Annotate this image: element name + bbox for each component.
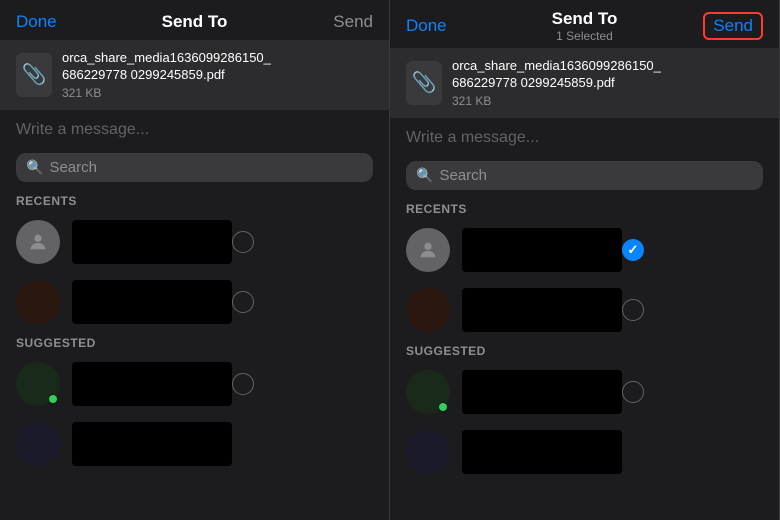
right-search-placeholder: Search	[439, 167, 487, 184]
left-panel: Done Send To Send 📎 orca_share_media1636…	[0, 0, 390, 520]
right-paperclip-icon: 📎	[412, 70, 437, 95]
left-contact-1[interactable]	[0, 212, 389, 272]
right-suggested-avatar-container-1	[406, 370, 450, 414]
left-contact-2[interactable]	[0, 272, 389, 332]
right-radio-2[interactable]	[622, 299, 644, 321]
left-header-center: Send To	[162, 12, 228, 32]
left-attachment-icon: 📎	[16, 53, 52, 97]
left-done-button[interactable]: Done	[16, 12, 57, 32]
right-message-input[interactable]: Write a message...	[390, 119, 779, 157]
right-contact-1[interactable]: ✓	[390, 220, 779, 280]
right-recents-label: RECENTS	[390, 198, 779, 220]
left-title: Send To	[162, 12, 228, 32]
right-attachment-icon: 📎	[406, 61, 442, 105]
right-done-button[interactable]: Done	[406, 16, 447, 36]
left-search-icon: 🔍	[26, 159, 43, 176]
left-filesize: 321 KB	[62, 86, 373, 100]
left-suggested-avatar-2	[16, 422, 60, 466]
left-radio-1[interactable]	[232, 231, 254, 253]
right-filesize: 321 KB	[452, 94, 763, 108]
left-green-badge-1	[48, 394, 58, 404]
left-header: Done Send To Send	[0, 0, 389, 40]
left-send-button[interactable]: Send	[333, 12, 373, 32]
right-search-bar[interactable]: 🔍 Search	[406, 161, 763, 190]
left-search-placeholder: Search	[49, 159, 97, 176]
right-suggested-2[interactable]	[390, 422, 779, 482]
right-suggested-1[interactable]	[390, 362, 779, 422]
left-contact-name-1	[72, 220, 232, 264]
right-avatar-1	[406, 228, 450, 272]
right-contact-name-1	[462, 228, 622, 272]
left-avatar-1	[16, 220, 60, 264]
right-green-badge-1	[438, 402, 448, 412]
left-suggested-radio-1[interactable]	[232, 373, 254, 395]
right-filename: orca_share_media1636099286150_686229778 …	[452, 58, 763, 92]
right-attachment-info: orca_share_media1636099286150_686229778 …	[452, 58, 763, 108]
right-header: Done Send To 1 Selected Send	[390, 0, 779, 48]
right-radio-checked-1[interactable]: ✓	[622, 239, 644, 261]
left-recents-label: RECENTS	[0, 190, 389, 212]
checkmark-icon-1: ✓	[628, 242, 639, 258]
right-send-button[interactable]: Send	[703, 12, 763, 40]
left-suggested-name-2	[72, 422, 232, 466]
right-suggested-label: SUGGESTED	[390, 340, 779, 362]
paperclip-icon: 📎	[22, 62, 47, 87]
left-suggested-1[interactable]	[0, 354, 389, 414]
right-suggested-radio-1[interactable]	[622, 381, 644, 403]
left-suggested-label: SUGGESTED	[0, 332, 389, 354]
right-panel: Done Send To 1 Selected Send 📎 orca_shar…	[390, 0, 780, 520]
right-attachment-row: 📎 orca_share_media1636099286150_68622977…	[390, 48, 779, 118]
right-contact-2[interactable]	[390, 280, 779, 340]
left-suggested-name-1	[72, 362, 232, 406]
left-radio-2[interactable]	[232, 291, 254, 313]
left-suggested-avatar-container-1	[16, 362, 60, 406]
left-suggested-2[interactable]	[0, 414, 389, 474]
left-attachment-row: 📎 orca_share_media1636099286150_68622977…	[0, 40, 389, 110]
left-contact-name-2	[72, 280, 232, 324]
right-header-center: Send To 1 Selected	[552, 9, 618, 43]
right-search-icon: 🔍	[416, 167, 433, 184]
right-suggested-avatar-2	[406, 430, 450, 474]
left-message-input[interactable]: Write a message...	[0, 111, 389, 149]
right-avatar-2	[406, 288, 450, 332]
left-avatar-2	[16, 280, 60, 324]
left-attachment-info: orca_share_media1636099286150_686229778 …	[62, 50, 373, 100]
left-filename: orca_share_media1636099286150_686229778 …	[62, 50, 373, 84]
right-title: Send To	[552, 9, 618, 29]
right-suggested-name-2	[462, 430, 622, 474]
right-suggested-name-1	[462, 370, 622, 414]
right-contact-name-2	[462, 288, 622, 332]
left-search-bar[interactable]: 🔍 Search	[16, 153, 373, 182]
right-subtitle: 1 Selected	[552, 29, 618, 43]
